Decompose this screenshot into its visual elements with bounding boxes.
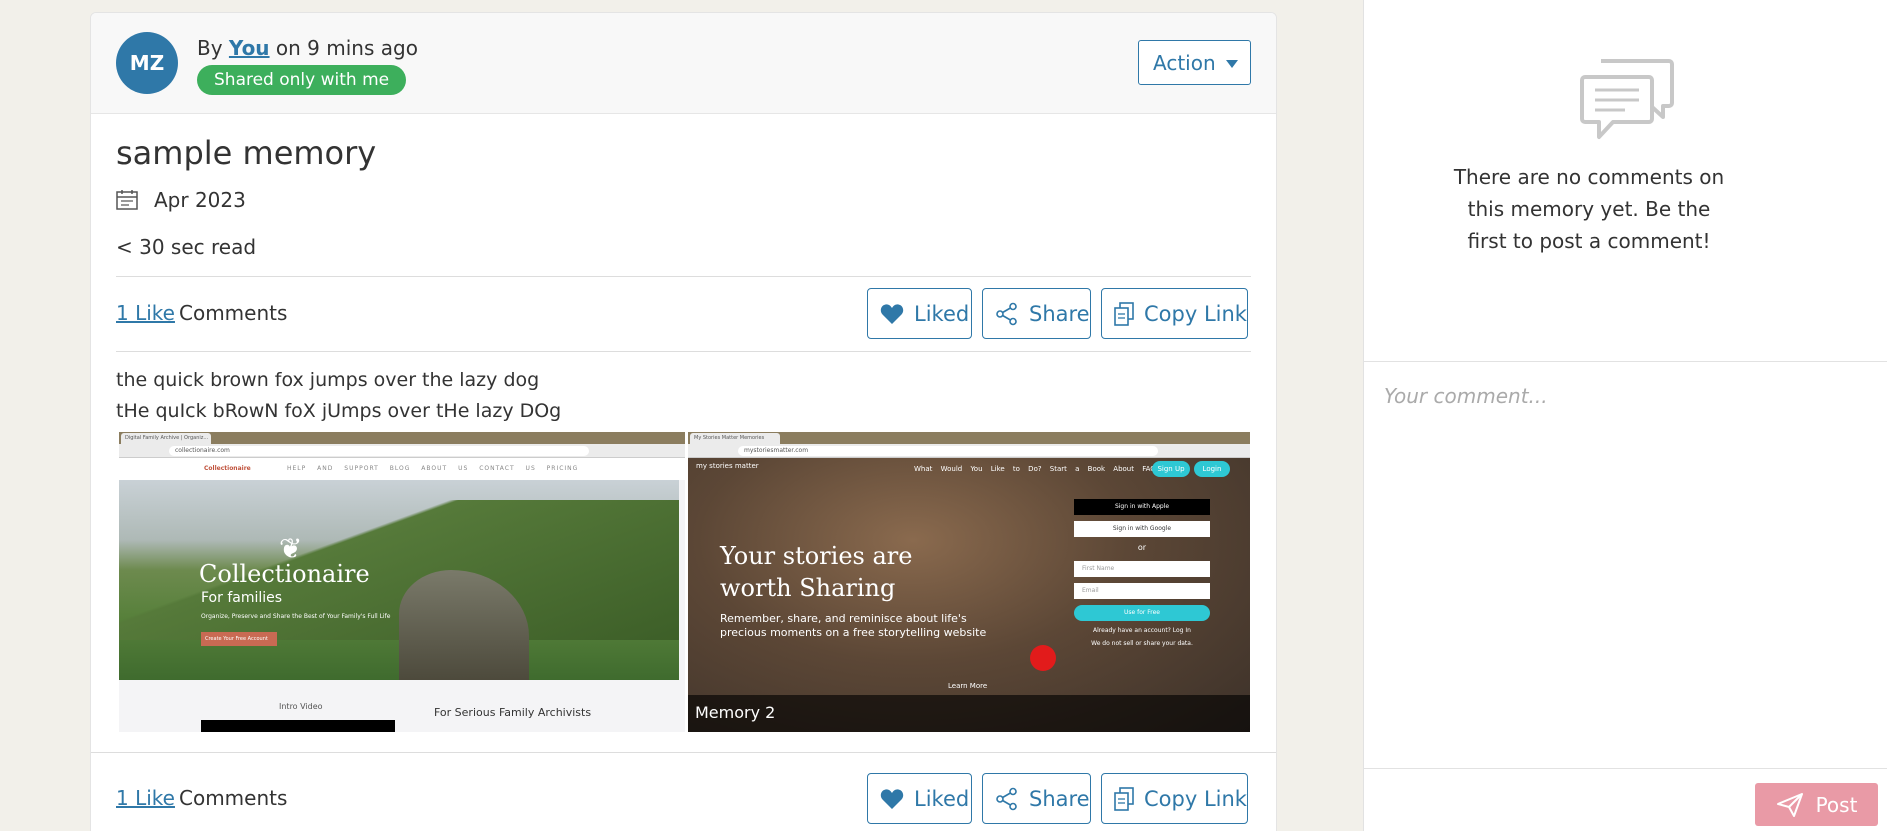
browser-url: mystoriesmatter.com <box>738 446 1158 456</box>
share-button[interactable]: Share <box>982 288 1091 339</box>
gallery-image-1[interactable]: Digital Family Archive | Organiz... coll… <box>119 432 685 732</box>
intro-video-label: Intro Video <box>279 702 323 711</box>
login-prompt: Already have an account? Log In <box>1093 627 1191 634</box>
memory-card: MZ By You on 9 mins ago Shared only with… <box>90 12 1277 831</box>
browser-tab: My Stories Matter Memories <box>690 433 780 444</box>
author-link[interactable]: You <box>229 36 270 60</box>
byline-time: on 9 mins ago <box>275 36 418 60</box>
hero-subline: Remember, share, and reminisce about lif… <box>720 612 987 639</box>
chat-bubbles-icon <box>1580 59 1674 139</box>
caret-down-icon <box>1226 60 1238 68</box>
divider <box>116 351 1251 352</box>
action-dropdown-button[interactable]: Action <box>1138 40 1251 85</box>
comments-label[interactable]: Comments <box>179 301 287 325</box>
hero-headline: Your stories are worth Sharing <box>720 540 912 604</box>
red-dot-marker <box>1030 645 1056 671</box>
memory-gallery: Digital Family Archive | Organiz... coll… <box>119 432 1250 732</box>
byline: By You on 9 mins ago <box>197 36 418 60</box>
hero-cta: Create Your Free Account <box>201 632 277 646</box>
heart-icon <box>880 303 904 324</box>
post-comment-button[interactable]: Post <box>1755 783 1878 826</box>
hero-subtitle: For families <box>201 590 283 606</box>
section-heading: For Serious Family Archivists <box>434 706 592 719</box>
comments-sidebar: There are no comments on this memory yet… <box>1363 0 1887 831</box>
browser-bar: Digital Family Archive | Organiz... coll… <box>119 432 685 458</box>
hero-tagline: Organize, Preserve and Share the Best of… <box>201 613 391 620</box>
hero-brand: Collectionaire <box>199 560 370 588</box>
comments-label[interactable]: Comments <box>179 786 287 810</box>
likes-link[interactable]: 1 Like <box>116 786 175 810</box>
memory-title: sample memory <box>116 134 377 172</box>
visibility-badge: Shared only with me <box>197 65 407 95</box>
liked-label: Liked <box>914 786 970 811</box>
memory-date: Apr 2023 <box>154 188 246 212</box>
gallery-image-2[interactable]: My Stories Matter Memories mystoriesmatt… <box>688 432 1250 732</box>
hero-headline-line: Your stories are <box>720 542 913 570</box>
site-signup: Sign Up <box>1152 461 1190 477</box>
liked-button[interactable]: Liked <box>867 773 972 824</box>
learn-more: Learn More <box>948 682 988 690</box>
avatar: MZ <box>116 32 178 94</box>
email-field: Email <box>1074 583 1210 599</box>
share-label: Share <box>1029 786 1090 811</box>
memory-date-row: Apr 2023 <box>116 188 246 212</box>
browser-bar: My Stories Matter Memories mystoriesmatt… <box>688 432 1250 458</box>
likes-link[interactable]: 1 Like <box>116 301 175 325</box>
share-button[interactable]: Share <box>982 773 1091 824</box>
privacy-note: We do not sell or share your data. <box>1091 640 1193 647</box>
site-nav-links: What Would You Like to Do? Start a Book … <box>914 465 1184 473</box>
google-signin: Sign in with Google <box>1074 521 1210 537</box>
site-logo: my stories matter <box>696 462 759 470</box>
signup-form: Sign in with Apple Sign in with Google o… <box>1074 499 1210 653</box>
or-divider: or <box>1137 543 1147 552</box>
liked-button[interactable]: Liked <box>867 288 972 339</box>
divider <box>1364 768 1887 769</box>
video-placeholder <box>201 720 395 732</box>
copy-link-button[interactable]: Copy Link <box>1101 288 1248 339</box>
liked-label: Liked <box>914 301 970 326</box>
share-label: Share <box>1029 301 1090 326</box>
site-nav-links: HELP AND SUPPORT BLOG ABOUT US CONTACT U… <box>287 465 579 472</box>
memory-body-line: the quick brown fox jumps over the lazy … <box>116 369 540 391</box>
calendar-icon <box>116 190 138 210</box>
heart-icon <box>880 788 904 809</box>
comment-input[interactable] <box>1364 362 1887 767</box>
browser-tab: Digital Family Archive | Organiz... <box>121 433 211 444</box>
post-label: Post <box>1815 792 1858 817</box>
byline-prefix: By <box>197 36 223 60</box>
first-name-field: First Name <box>1074 561 1210 577</box>
divider <box>116 276 1251 277</box>
hero-headline-line: worth Sharing <box>720 574 896 602</box>
site-logo: Collectionaire <box>204 465 251 472</box>
copy-link-button[interactable]: Copy Link <box>1101 773 1248 824</box>
engagement-bar-top: 1 Like Comments Liked Share Copy Link <box>116 288 1251 339</box>
browser-url: collectionaire.com <box>169 446 589 456</box>
send-icon <box>1776 792 1803 817</box>
divider <box>91 752 1276 753</box>
site-nav: my stories matter What Would You Like to… <box>688 458 1250 480</box>
no-comments-message: There are no comments on this memory yet… <box>1453 165 1725 253</box>
share-icon <box>996 302 1017 325</box>
copy-icon <box>1114 786 1134 811</box>
site-hero: ❦ Collectionaire For families Organize, … <box>119 480 679 680</box>
engagement-bar-bottom: 1 Like Comments Liked Share Copy Link <box>116 773 1251 824</box>
copy-icon <box>1114 301 1134 326</box>
copy-link-label: Copy Link <box>1144 301 1247 326</box>
copy-link-label: Copy Link <box>1144 786 1247 811</box>
use-free-button: Use for Free <box>1074 605 1210 621</box>
apple-signin: Sign in with Apple <box>1074 499 1210 515</box>
read-time: < 30 sec read <box>116 235 257 259</box>
site-login: Login <box>1194 461 1230 477</box>
memory-header: MZ By You on 9 mins ago Shared only with… <box>91 13 1276 114</box>
action-label: Action <box>1153 50 1216 75</box>
share-icon <box>996 787 1017 810</box>
image-caption: Memory 2 <box>688 695 1250 732</box>
memory-body-line: tHe quIck bRowN foX jUmps over tHe lazy … <box>116 400 562 422</box>
site-nav: Collectionaire HELP AND SUPPORT BLOG ABO… <box>119 458 685 480</box>
